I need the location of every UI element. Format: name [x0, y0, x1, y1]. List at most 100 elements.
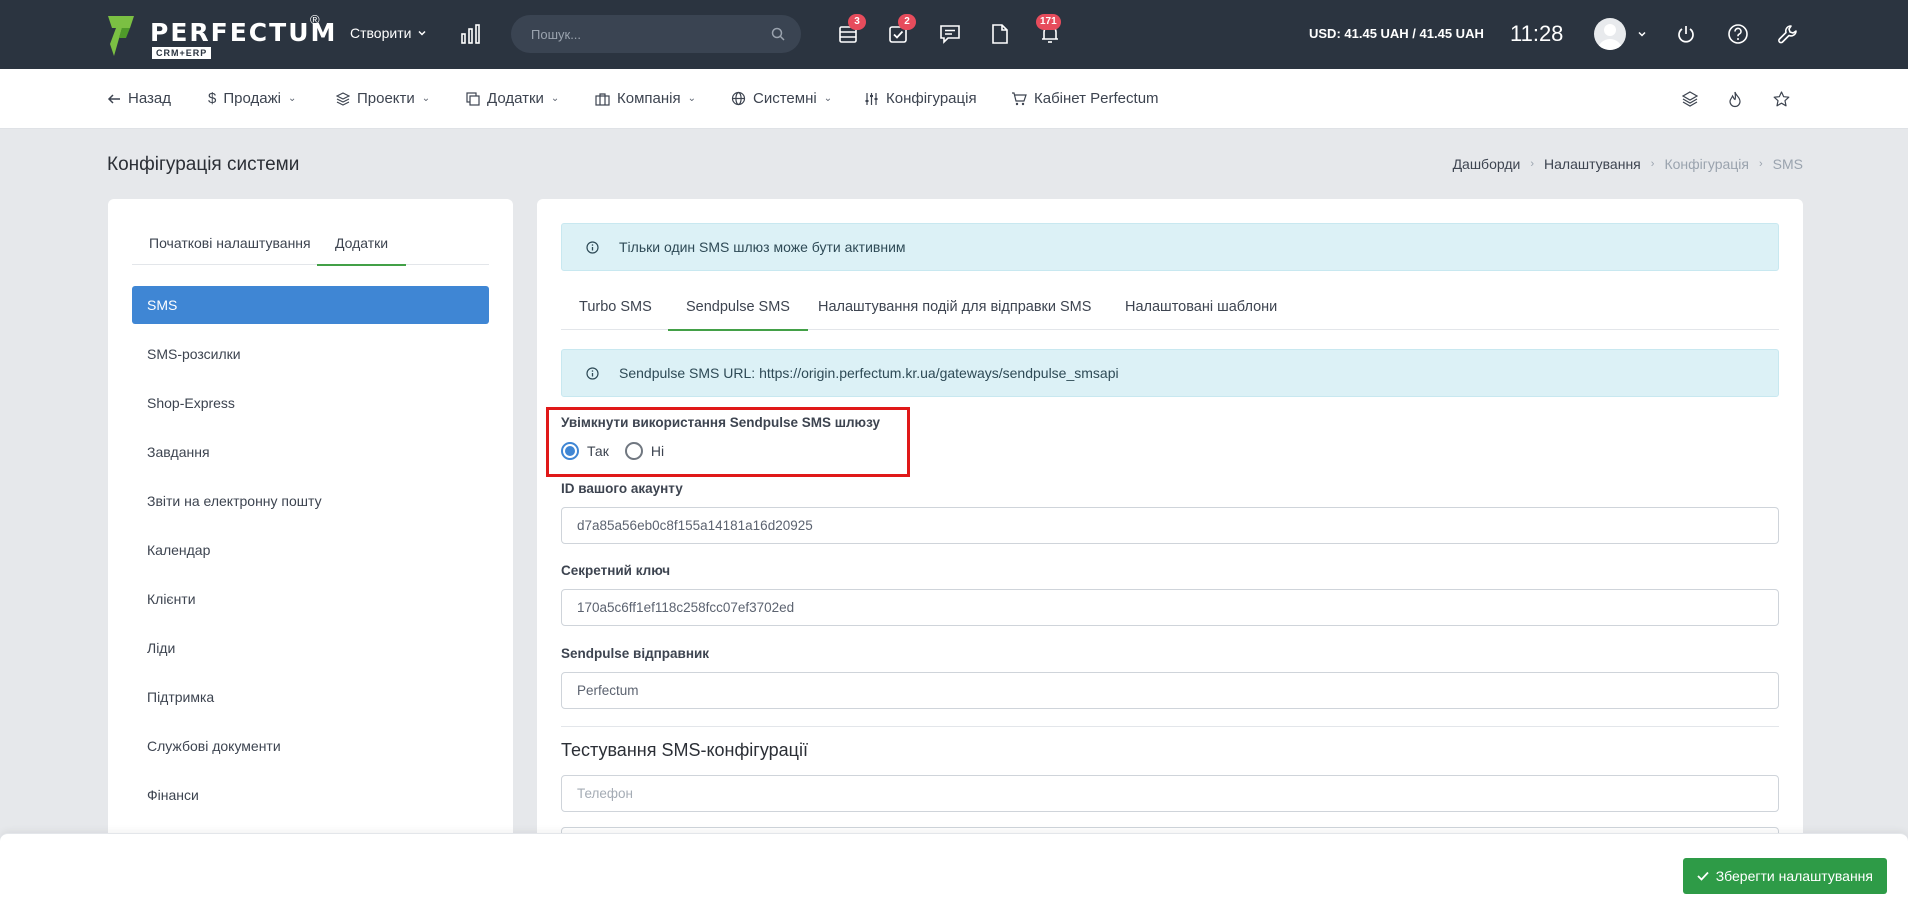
- user-menu-chevron-icon[interactable]: [1637, 29, 1647, 39]
- account-id-field[interactable]: [561, 507, 1779, 544]
- nav-system-label: Системні: [753, 90, 817, 107]
- notifications-button[interactable]: 171: [1036, 14, 1064, 48]
- radio-no-label[interactable]: Ні: [651, 443, 664, 459]
- sidebar-item-finance[interactable]: Фінанси: [132, 776, 489, 814]
- save-settings-button[interactable]: Зберегти налаштування: [1682, 858, 1887, 894]
- chat-icon: [940, 25, 960, 44]
- create-label: Створити: [350, 25, 412, 41]
- nav-system[interactable]: Системні ⌄: [731, 90, 832, 107]
- sidebar-item-support[interactable]: Підтримка: [132, 678, 489, 716]
- radio-no[interactable]: [624, 442, 643, 460]
- reports-chart-icon[interactable]: [457, 20, 485, 48]
- help-icon: [1728, 24, 1748, 44]
- copy-icon: [466, 91, 480, 106]
- nav-cabinet[interactable]: Кабінет Perfectum: [1011, 90, 1159, 107]
- task-board-button[interactable]: 3: [834, 14, 866, 48]
- fire-icon: [1729, 91, 1741, 107]
- logo-registered: ®: [310, 12, 320, 27]
- sender-label: Sendpulse відправник: [561, 646, 710, 661]
- chevron-down-icon: [418, 30, 426, 36]
- phone-input[interactable]: [562, 776, 1778, 811]
- nav-cabinet-label: Кабінет Perfectum: [1034, 90, 1159, 107]
- nav-company[interactable]: Компанія ⌄: [595, 90, 696, 107]
- sticky-footer: Зберегти налаштування: [0, 833, 1908, 915]
- wrench-icon: [1778, 25, 1797, 44]
- nav-sales[interactable]: $ Продажі ⌄: [208, 90, 296, 107]
- radio-yes-label[interactable]: Так: [587, 443, 609, 459]
- secret-key-field[interactable]: [561, 589, 1779, 626]
- secret-key-input[interactable]: [562, 590, 1778, 625]
- tab-addons[interactable]: Додатки: [317, 235, 407, 266]
- nav-sales-label: Продажі: [223, 90, 281, 107]
- sidebar-item-sms[interactable]: SMS: [132, 286, 489, 324]
- layers-toggle-button[interactable]: [1680, 89, 1700, 109]
- hot-button[interactable]: [1725, 89, 1745, 109]
- sidebar-item-calendar[interactable]: Календар: [132, 531, 489, 569]
- info-icon: [582, 237, 602, 257]
- checklist-button[interactable]: 2: [884, 14, 916, 48]
- arrow-left-icon: [107, 93, 120, 104]
- star-icon: [1773, 91, 1789, 107]
- breadcrumb-dashboards[interactable]: Дашборди: [1453, 156, 1521, 172]
- sidebar-item-service-documents[interactable]: Службові документи: [132, 727, 489, 765]
- nav-config[interactable]: Конфігурація: [864, 90, 977, 107]
- nav-projects[interactable]: Проекти ⌄: [336, 90, 430, 107]
- sliders-icon: [865, 92, 878, 105]
- sidebar-item-tasks[interactable]: Завдання: [132, 433, 489, 471]
- tab-initial-settings[interactable]: Початкові налаштування: [149, 235, 311, 251]
- info-alert-sendpulse-url: Sendpulse SMS URL: https://origin.perfec…: [561, 349, 1779, 397]
- help-button[interactable]: [1724, 20, 1752, 48]
- sidebar-item-sms-mailing[interactable]: SMS-розсилки: [132, 335, 489, 373]
- sidebar-item-leads[interactable]: Ліди: [132, 629, 489, 667]
- perfectum-logo[interactable]: PERFECTUM ® CRM+ERP: [106, 12, 335, 60]
- search-icon[interactable]: [771, 27, 785, 41]
- chevron-down-icon: ⌄: [823, 93, 833, 104]
- breadcrumb-current: SMS: [1772, 156, 1803, 172]
- nav-back[interactable]: Назад: [107, 90, 171, 107]
- main-nav: Назад $ Продажі ⌄ Проекти ⌄ Додатки ⌄ Ко…: [0, 69, 1908, 129]
- notifications-badge: 171: [1036, 14, 1061, 30]
- sidebar-item-shop-express[interactable]: Shop-Express: [132, 384, 489, 422]
- phone-field[interactable]: [561, 775, 1779, 812]
- layers-icon: [336, 91, 350, 106]
- tab-turbo-sms[interactable]: Turbo SMS: [579, 299, 652, 315]
- search-input[interactable]: [531, 15, 751, 53]
- breadcrumb-configuration[interactable]: Конфігурація: [1664, 156, 1749, 172]
- save-settings-label: Зберегти налаштування: [1715, 868, 1873, 884]
- tab-templates[interactable]: Налаштовані шаблони: [1125, 299, 1277, 315]
- logout-button[interactable]: [1672, 20, 1700, 48]
- logo-mark-icon: [108, 16, 134, 56]
- page-title: Конфігурація системи: [107, 154, 300, 175]
- account-id-input[interactable]: [562, 508, 1778, 543]
- create-menu-button[interactable]: Створити: [350, 25, 427, 41]
- power-icon: [1678, 26, 1694, 43]
- avatar[interactable]: [1594, 18, 1626, 50]
- currency-rate: USD: 41.45 UAH / 41.45 UAH: [1309, 26, 1484, 41]
- user-avatar-icon: [1598, 24, 1622, 50]
- sender-field[interactable]: [561, 672, 1779, 709]
- dollar-icon: $: [208, 90, 217, 107]
- breadcrumb-separator-icon: ›: [1650, 158, 1655, 170]
- chat-button[interactable]: [936, 20, 964, 48]
- radio-yes[interactable]: [561, 442, 579, 460]
- test-section-title: Тестування SMS-конфігурації: [561, 740, 808, 760]
- nav-addons[interactable]: Додатки ⌄: [466, 90, 559, 107]
- favorites-button[interactable]: [1771, 89, 1791, 109]
- sender-input[interactable]: [562, 673, 1778, 708]
- info-alert-single-gateway: Тільки один SMS шлюз може бути активним: [561, 223, 1779, 271]
- settings-button[interactable]: [1774, 20, 1802, 48]
- task-board-badge: 3: [848, 14, 866, 30]
- tab-sms-events[interactable]: Налаштування подій для відправки SMS: [818, 299, 1091, 315]
- breadcrumb-separator-icon: ›: [1758, 158, 1763, 170]
- divider: [561, 726, 1779, 727]
- sidebar-item-clients[interactable]: Клієнти: [132, 580, 489, 618]
- top-bar: PERFECTUM ® CRM+ERP Створити 3 2 171 USD…: [0, 0, 1908, 69]
- sidebar-item-email-reports[interactable]: Звіти на електронну пошту: [132, 482, 489, 520]
- documents-button[interactable]: [986, 20, 1014, 48]
- breadcrumb-settings[interactable]: Налаштування: [1544, 156, 1641, 172]
- nav-company-label: Компанія: [617, 90, 681, 107]
- global-search[interactable]: [511, 15, 801, 53]
- chevron-down-icon: ⌄: [550, 93, 560, 104]
- globe-icon: [731, 91, 746, 106]
- tab-sendpulse-sms[interactable]: Sendpulse SMS: [668, 299, 808, 331]
